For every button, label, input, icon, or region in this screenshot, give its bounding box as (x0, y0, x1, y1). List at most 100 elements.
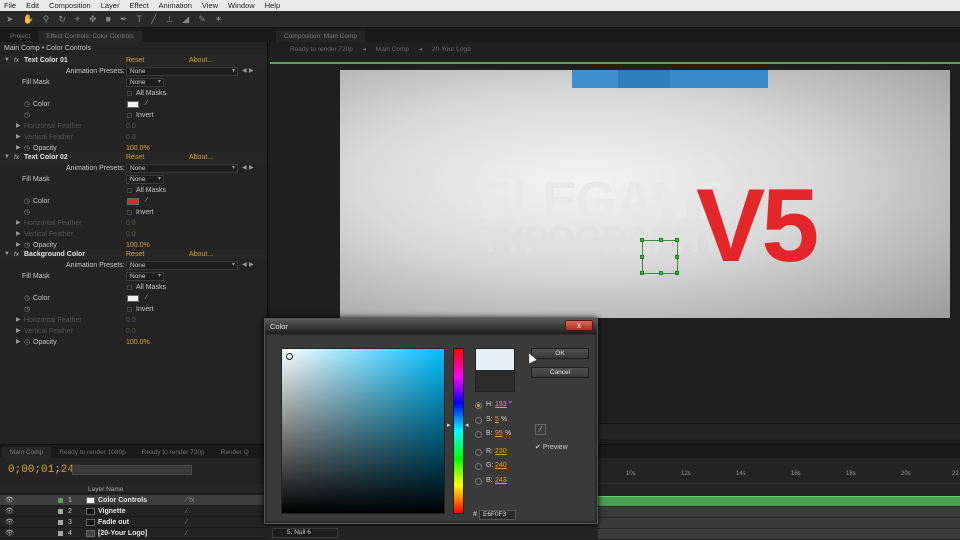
crumb-main-comp[interactable]: Main Comp (376, 46, 409, 53)
fill-mask-dropdown[interactable]: None ▾ (126, 175, 164, 184)
null-layer-bounding-box[interactable] (640, 238, 679, 275)
expand-triangle-icon[interactable]: ▶ (16, 121, 21, 132)
brush-tool-icon[interactable]: ╱ (151, 14, 156, 25)
pen-tool-icon[interactable]: ✒ (120, 14, 128, 25)
layer-name[interactable]: [20-Your Logo] (98, 528, 147, 539)
table-row[interactable]: 👁 2 Vignette ⁄ (0, 506, 268, 517)
parent-dropdown[interactable]: 5. Null 6 (272, 528, 338, 538)
eraser-tool-icon[interactable]: ◢ (182, 14, 189, 25)
invert-checkbox[interactable] (127, 113, 132, 118)
eyedropper-icon[interactable]: ⁄ (146, 100, 156, 107)
table-row[interactable]: 👁 1 Color Controls ⁄ fx (0, 495, 268, 506)
presets-dropdown[interactable]: None ▾ (126, 261, 238, 270)
layer-duration-bar[interactable] (598, 518, 960, 528)
eyedropper-icon[interactable]: ⁄ (146, 197, 156, 204)
about-link[interactable]: About... (189, 55, 213, 66)
hue-slider[interactable] (453, 348, 464, 514)
layer-name-header[interactable]: Layer Name (88, 486, 123, 493)
expand-triangle-icon[interactable]: ▼ (4, 249, 10, 260)
transform-handle[interactable] (659, 238, 663, 242)
red-radio[interactable] (475, 449, 482, 456)
reset-link[interactable]: Reset (126, 249, 144, 260)
invert-checkbox[interactable] (127, 307, 132, 312)
all-masks-checkbox[interactable] (127, 285, 132, 290)
stopwatch-icon[interactable]: ◷ (24, 110, 30, 121)
fx-icon[interactable]: fx (14, 249, 19, 260)
hue-value[interactable]: 193 (495, 401, 507, 408)
next-preset-icon[interactable]: ▶ (249, 66, 254, 77)
fx-icon[interactable]: fx (14, 152, 19, 163)
next-preset-icon[interactable]: ▶ (249, 260, 254, 271)
fill-mask-dropdown[interactable]: None ▾ (126, 78, 164, 87)
label-color[interactable] (58, 498, 63, 503)
expand-triangle-icon[interactable]: ▼ (4, 152, 10, 163)
menu-window[interactable]: Window (228, 1, 255, 10)
saturation-radio[interactable] (475, 417, 482, 424)
label-color[interactable] (58, 509, 63, 514)
label-color[interactable] (58, 520, 63, 525)
presets-dropdown[interactable]: None ▾ (126, 67, 238, 76)
eye-icon[interactable]: 👁 (5, 495, 14, 506)
menu-edit[interactable]: Edit (26, 1, 39, 10)
color-swatch[interactable] (127, 101, 139, 108)
cancel-button[interactable]: Cancel (531, 367, 589, 378)
layer-name[interactable]: Color Controls (98, 495, 147, 506)
eyedropper-icon[interactable]: ⁄ (146, 294, 156, 301)
timeline-search-input[interactable] (72, 465, 192, 475)
v-feather-value[interactable]: 0.0 (126, 229, 136, 240)
hand-tool-icon[interactable]: ✋ (23, 14, 34, 25)
effect-header[interactable]: ▼ fx Text Color 02 Reset About... (0, 152, 266, 163)
effect-header[interactable]: ▼ fx Background Color Reset About... (0, 249, 266, 260)
layer-duration-bar[interactable] (598, 529, 960, 539)
prev-preset-icon[interactable]: ◀ (242, 260, 247, 271)
transform-handle[interactable] (640, 271, 644, 275)
menu-effect[interactable]: Effect (129, 1, 148, 10)
tab-render-720[interactable]: Ready to render 720p (134, 447, 213, 458)
table-row[interactable]: 👁 3 FadIe out ⁄ (0, 517, 268, 528)
layer-duration-bar[interactable] (598, 496, 960, 506)
tab-effect-controls[interactable]: Effect Controls: Color Controls (38, 31, 142, 42)
layer-switches[interactable]: ⁄ (186, 517, 187, 528)
reset-link[interactable]: Reset (126, 152, 144, 163)
hue-arrow-left-icon[interactable]: ▸ (447, 421, 451, 429)
saturation-value[interactable]: 5 (495, 416, 499, 423)
clone-tool-icon[interactable]: ⊥ (165, 14, 173, 25)
color-swatch[interactable] (127, 295, 139, 302)
transform-handle[interactable] (675, 255, 679, 259)
rectangle-tool-icon[interactable]: ■ (106, 14, 111, 24)
tab-main-comp[interactable]: Composition: Main Comp (276, 31, 365, 42)
color-picker-cursor[interactable] (286, 353, 293, 360)
expand-triangle-icon[interactable]: ▶ (16, 315, 21, 326)
preview-checkbox[interactable]: ✔ Preview (535, 443, 568, 451)
prev-preset-icon[interactable]: ◀ (242, 163, 247, 174)
tab-render-1080[interactable]: Ready to render 1080p (51, 447, 134, 458)
blue-value[interactable]: 243 (495, 477, 507, 484)
stopwatch-icon[interactable]: ◷ (24, 337, 30, 348)
h-feather-value[interactable]: 0.0 (126, 315, 136, 326)
puppet-tool-icon[interactable]: ✶ (215, 14, 223, 25)
roto-tool-icon[interactable]: ✎ (198, 14, 206, 25)
stopwatch-icon[interactable]: ◷ (24, 196, 30, 207)
eye-icon[interactable]: 👁 (5, 528, 14, 539)
pan-behind-icon[interactable]: ✥ (89, 14, 97, 25)
blue-radio[interactable] (475, 478, 482, 485)
expand-triangle-icon[interactable]: ▶ (16, 229, 21, 240)
table-row[interactable]: 👁 4 [20-Your Logo] ⁄ (0, 528, 268, 539)
next-preset-icon[interactable]: ▶ (249, 163, 254, 174)
brightness-value[interactable]: 95 (495, 430, 503, 437)
type-tool-icon[interactable]: T (137, 14, 143, 24)
layer-switches[interactable]: ⁄ (186, 528, 187, 539)
layer-name[interactable]: Vignette (98, 506, 126, 517)
fill-mask-dropdown[interactable]: None ▾ (126, 272, 164, 281)
ok-button[interactable]: OK (531, 348, 589, 359)
transform-handle[interactable] (640, 238, 644, 242)
about-link[interactable]: About... (189, 249, 213, 260)
eye-icon[interactable]: 👁 (5, 506, 14, 517)
dialog-title[interactable]: Color (265, 319, 597, 334)
reset-link[interactable]: Reset (126, 55, 144, 66)
tab-render-queue[interactable]: Render Q (213, 447, 257, 458)
tab-project[interactable]: Project (2, 31, 38, 42)
menu-file[interactable]: File (4, 1, 16, 10)
stopwatch-icon[interactable]: ◷ (24, 304, 30, 315)
eyedropper-icon[interactable]: ⁄ (535, 424, 546, 435)
